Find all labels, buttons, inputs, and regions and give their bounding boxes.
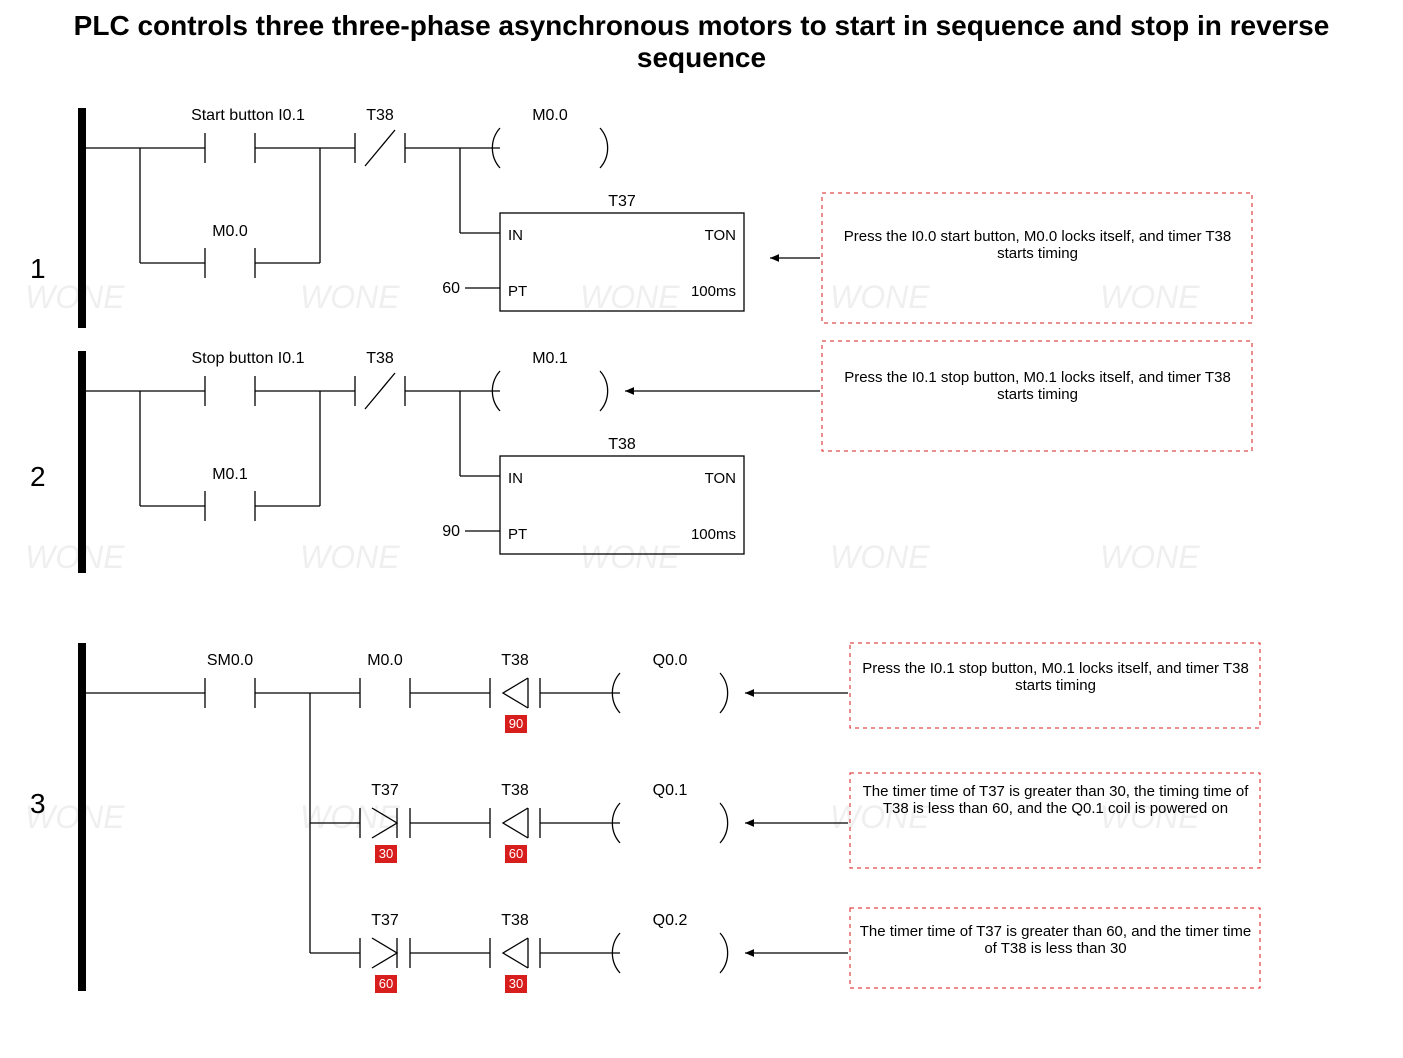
rung3-row0: M0.0 T38 90 Q0.0 Press the I0.1 stop but…	[310, 643, 1260, 733]
compare-value: 60	[509, 846, 523, 861]
timer-name: T37	[608, 193, 636, 210]
watermark: WONE	[300, 279, 400, 315]
contact-label: M0.0	[212, 223, 248, 240]
timer-name: T38	[608, 436, 636, 453]
compare-label: T37	[371, 782, 399, 799]
coil-label: Q0.0	[653, 652, 688, 669]
compare-value: 90	[509, 716, 523, 731]
compare-label: T37	[371, 912, 399, 929]
compare-label: T38	[501, 912, 529, 929]
timer-type-label: TON	[705, 227, 736, 244]
coil-label: M0.0	[532, 107, 568, 124]
compare-value: 60	[379, 976, 393, 991]
page-title: PLC controls three three-phase asynchron…	[0, 0, 1403, 98]
rung-note: Press the I0.1 stop button, M0.1 locks i…	[830, 369, 1245, 403]
watermark: WONE	[1100, 539, 1200, 575]
timer-pt-label: PT	[508, 283, 527, 300]
timer-pt-label: PT	[508, 526, 527, 543]
watermark: WONE	[580, 279, 680, 315]
contact-label: M0.1	[212, 466, 248, 483]
compare-value: 30	[509, 976, 523, 991]
rung3-row1: T37 30 T38 60 Q0.1 The timer time of T37…	[310, 773, 1260, 868]
contact-label: T38	[366, 350, 394, 367]
compare-value: 30	[379, 846, 393, 861]
compare-label: T38	[501, 782, 529, 799]
timer-res-label: 100ms	[691, 526, 736, 543]
pt-value: 60	[442, 280, 460, 297]
contact-label: SM0.0	[207, 652, 253, 669]
watermark: WONE	[300, 539, 400, 575]
rung-number: 1	[30, 253, 46, 284]
watermark: WONE	[830, 539, 930, 575]
watermark: WONE	[25, 279, 125, 315]
contact-label: Stop button I0.1	[192, 350, 305, 367]
timer-type-label: TON	[705, 470, 736, 487]
contact-label: M0.0	[367, 652, 403, 669]
timer-res-label: 100ms	[691, 283, 736, 300]
compare-label: T38	[501, 652, 529, 669]
watermark: WONE	[580, 539, 680, 575]
ladder-diagram: WONE WONE WONE WONE WONE WONE WONE WONE …	[0, 98, 1403, 1058]
pt-value: 90	[442, 523, 460, 540]
rung3-row2: T37 60 T38 30 Q0.2 The timer time of T37…	[310, 908, 1260, 993]
coil-label: Q0.1	[653, 782, 688, 799]
coil-label: M0.1	[532, 350, 568, 367]
rung-3: 3 SM0.0 M0.0 T38 90	[30, 643, 1260, 993]
timer-in-label: IN	[508, 227, 523, 244]
rung-number: 3	[30, 788, 46, 819]
rung-note: The timer time of T37 is greater than 30…	[858, 783, 1253, 817]
rung-note: Press the I0.1 stop button, M0.1 locks i…	[858, 660, 1253, 694]
timer-in-label: IN	[508, 470, 523, 487]
contact-label: Start button I0.1	[191, 107, 305, 124]
coil-label: Q0.2	[653, 912, 688, 929]
rung-note: Press the I0.0 start button, M0.0 locks …	[830, 228, 1245, 262]
contact-label: T38	[366, 107, 394, 124]
rung-number: 2	[30, 461, 46, 492]
rung-note: The timer time of T37 is greater than 60…	[858, 923, 1253, 957]
watermark: WONE	[25, 539, 125, 575]
